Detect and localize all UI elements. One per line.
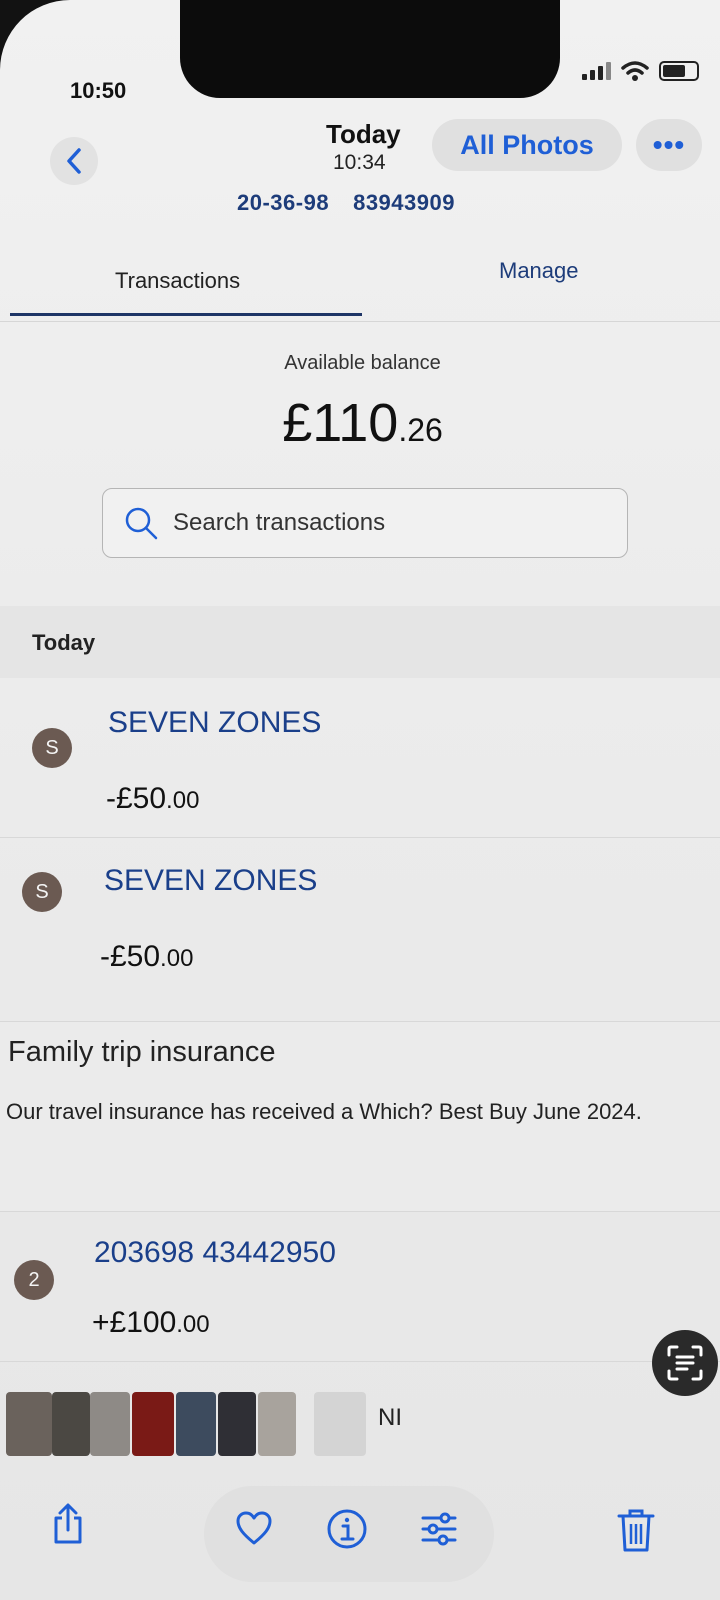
heart-icon [236, 1511, 272, 1545]
amount-pence: .00 [176, 1311, 210, 1338]
photo-toolbar [0, 1480, 720, 1600]
photo-thumbnail-strip: NI [0, 1392, 720, 1468]
favorite-button[interactable] [234, 1508, 274, 1548]
share-icon [54, 1503, 82, 1544]
info-button[interactable] [326, 1508, 368, 1550]
share-button[interactable] [48, 1502, 88, 1546]
payee-name: SEVEN ZONES [108, 706, 322, 739]
balance-pence: .26 [398, 412, 443, 448]
trash-icon [617, 1509, 655, 1552]
adjust-button[interactable] [418, 1508, 460, 1550]
amount-pounds: -£50 [100, 940, 161, 973]
all-photos-button[interactable]: All Photos [432, 119, 622, 171]
section-header-today: Today [0, 606, 720, 678]
photo-thumbnail[interactable] [176, 1392, 216, 1456]
photo-thumbnail[interactable] [90, 1392, 130, 1456]
search-transactions-input[interactable]: Search transactions [102, 488, 628, 558]
photo-thumbnail[interactable] [314, 1392, 366, 1456]
more-button[interactable]: ••• [636, 119, 702, 171]
info-icon [327, 1509, 367, 1549]
balance-amount: £110.26 [0, 392, 720, 454]
amount-pence: .00 [160, 945, 194, 972]
photo-thumbnail[interactable] [52, 1392, 90, 1456]
phone-screen: 10:50 Today 10:34 All Photos ••• 20-36-9… [0, 0, 720, 1600]
tab-manage[interactable]: Manage [499, 258, 579, 284]
photo-thumbnail[interactable] [132, 1392, 174, 1456]
photo-thumbnail[interactable] [218, 1392, 256, 1456]
active-tab-indicator [10, 313, 362, 316]
payee-name: 203698 43442950 [94, 1236, 336, 1269]
transaction-amount: -£50.00 [100, 940, 193, 974]
notch [180, 0, 560, 98]
promo-body: Our travel insurance has received a Whic… [6, 1099, 642, 1124]
thumbnail-caption: NI [378, 1404, 402, 1431]
status-icons [582, 60, 699, 82]
photo-viewer-topbar: Today 10:34 All Photos ••• [0, 115, 720, 195]
ellipsis-icon: ••• [652, 129, 686, 160]
transaction-amount: -£50.00 [106, 782, 199, 816]
account-details: 20-36-98 83943909 [237, 190, 479, 216]
tab-bar: Transactions Manage [0, 250, 720, 322]
transaction-row[interactable]: S SEVEN ZONES -£50.00 [0, 838, 720, 1022]
sort-code: 20-36-98 [237, 190, 330, 215]
transaction-row[interactable]: 2 203698 43442950 +£100.00 [0, 1212, 720, 1362]
amount-pence: .00 [166, 787, 200, 814]
photo-thumbnail[interactable] [258, 1392, 296, 1456]
wifi-icon [621, 61, 649, 81]
section-label: Today [32, 630, 96, 655]
promo-card[interactable]: Family trip insurance Our travel insuran… [0, 1022, 720, 1212]
balance-label: Available balance [284, 352, 441, 374]
battery-icon [659, 61, 699, 81]
payee-avatar: S [22, 872, 62, 912]
chevron-left-icon [67, 148, 81, 174]
amount-pounds: -£50 [106, 782, 167, 815]
payee-avatar: S [32, 728, 72, 768]
photo-time: 10:34 [333, 151, 386, 174]
photo-thumbnail[interactable] [6, 1392, 52, 1456]
live-text-icon [667, 1345, 703, 1381]
photo-date-title: Today [326, 119, 401, 149]
payee-name: SEVEN ZONES [104, 864, 318, 897]
payee-avatar: 2 [14, 1260, 54, 1300]
signal-icon [582, 62, 611, 80]
back-button[interactable] [50, 137, 98, 185]
search-placeholder: Search transactions [173, 509, 386, 536]
tab-transactions[interactable]: Transactions [115, 268, 240, 294]
search-icon [123, 505, 159, 541]
balance-pounds: £110 [282, 393, 399, 453]
status-time: 10:50 [70, 78, 127, 103]
amount-pounds: +£100 [92, 1306, 177, 1339]
transaction-row[interactable]: S SEVEN ZONES -£50.00 [0, 678, 720, 838]
adjust-icon [421, 1512, 457, 1546]
live-text-button[interactable] [652, 1330, 718, 1396]
transaction-amount: +£100.00 [92, 1306, 210, 1340]
delete-button[interactable] [616, 1506, 656, 1554]
promo-title: Family trip insurance [8, 1036, 276, 1068]
account-number: 83943909 [353, 190, 455, 215]
